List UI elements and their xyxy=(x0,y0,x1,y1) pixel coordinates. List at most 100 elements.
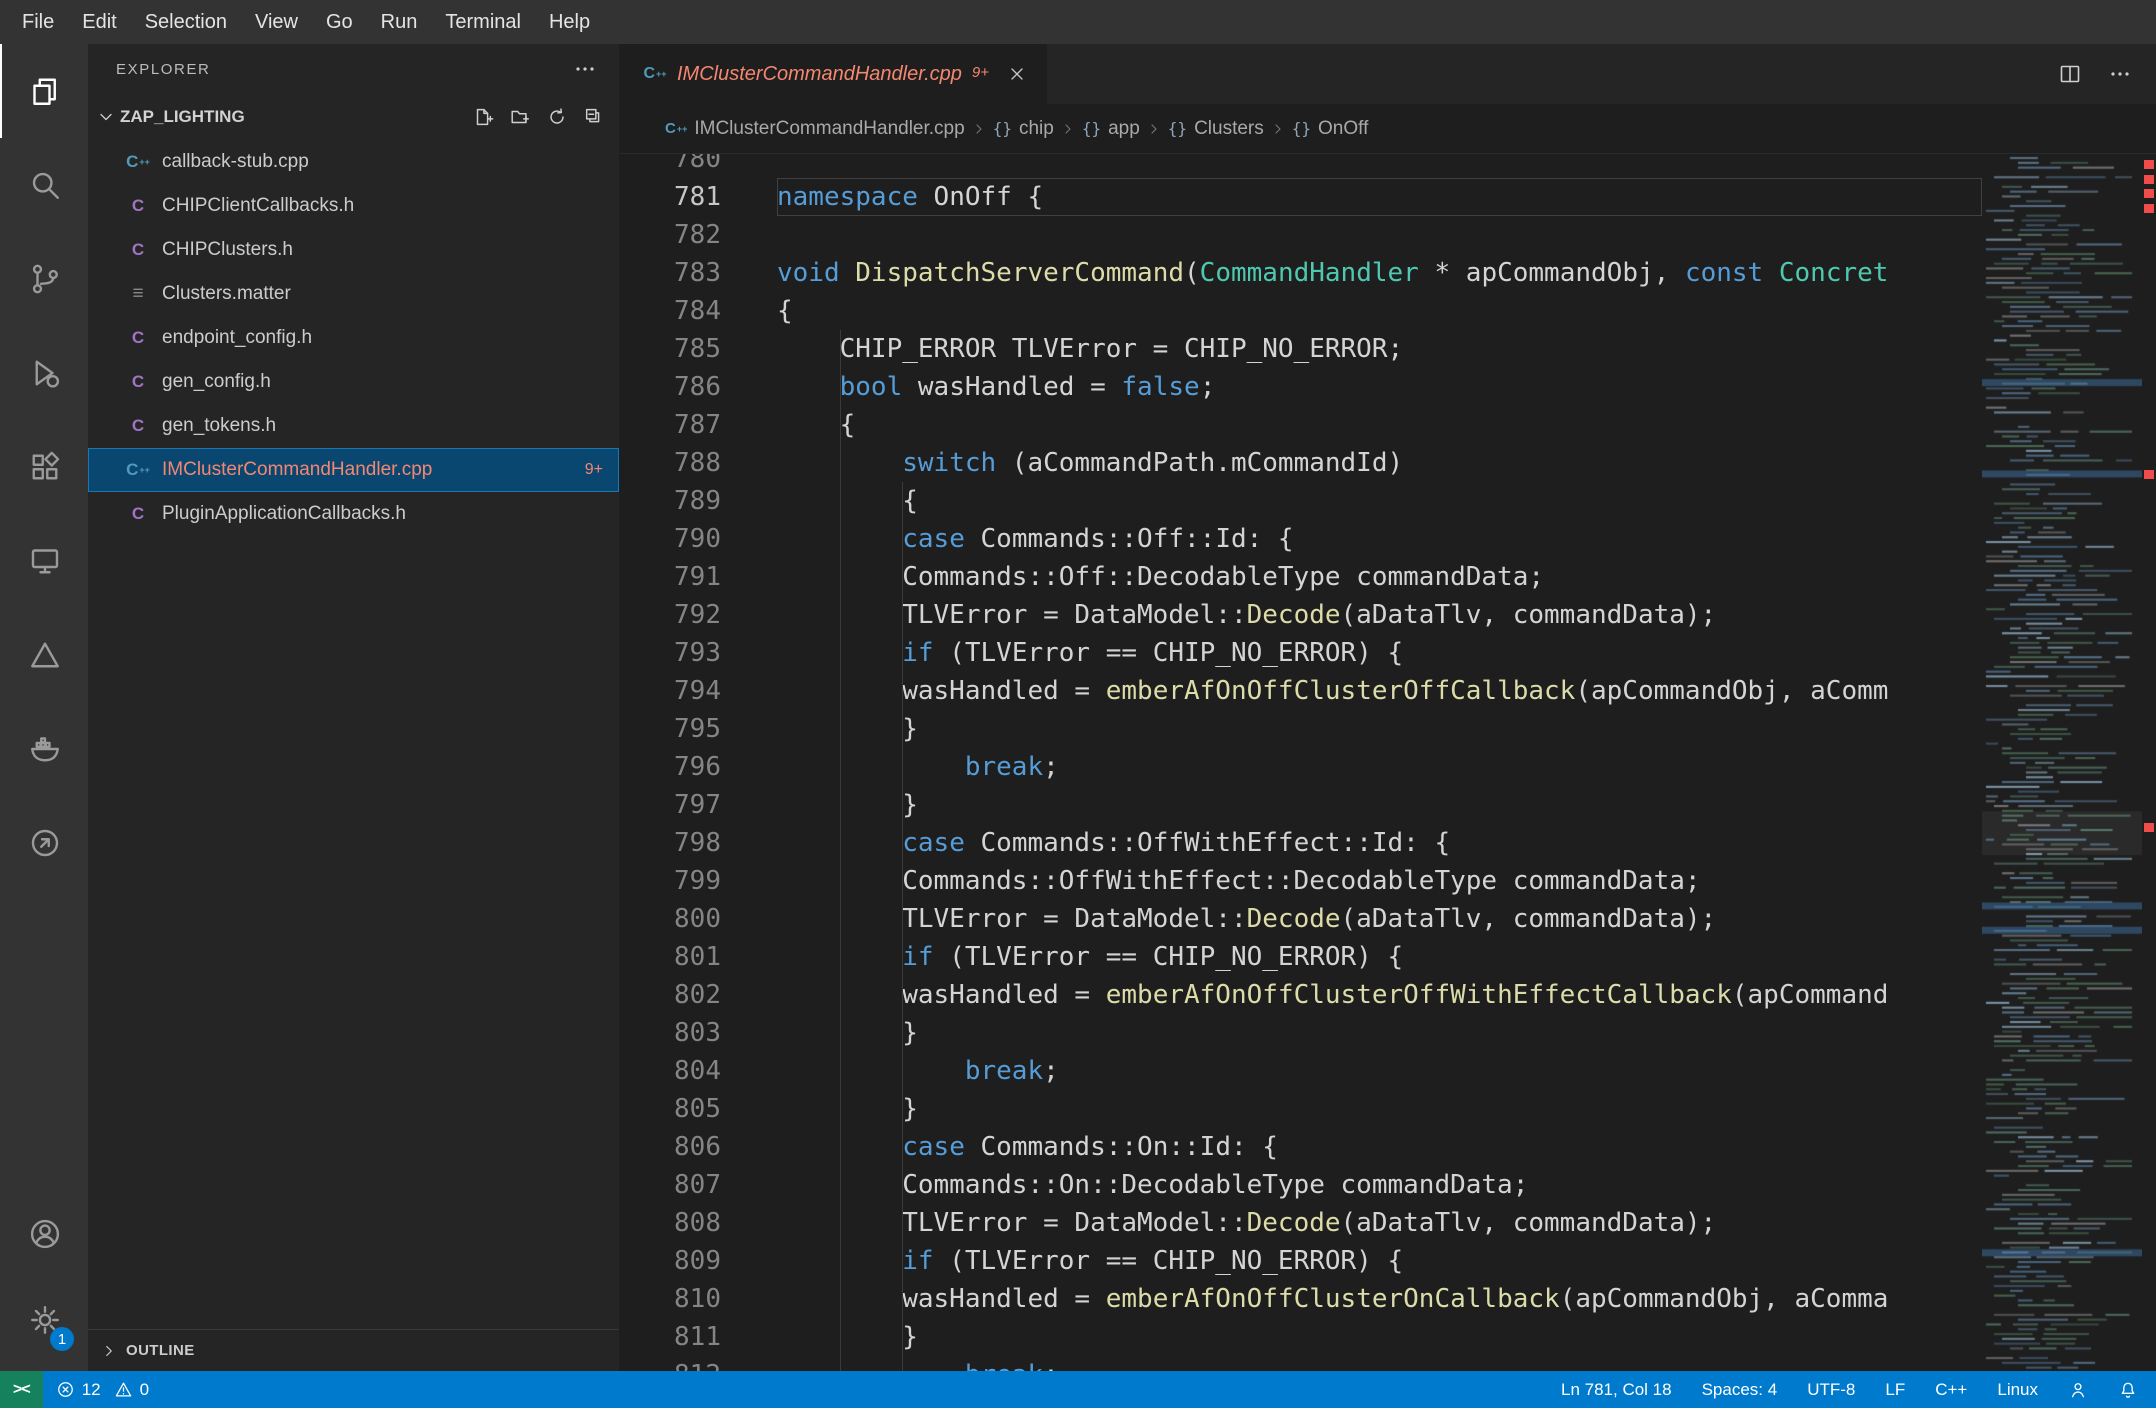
line-number[interactable]: 793 xyxy=(619,634,777,672)
code-line-807[interactable]: 807 Commands::On::DecodableType commandD… xyxy=(619,1166,1982,1204)
line-number[interactable]: 796 xyxy=(619,748,777,786)
file-item-PluginApplicationCallbacks.h[interactable]: C PluginApplicationCallbacks.h xyxy=(88,492,619,536)
activity-triangle-tool[interactable] xyxy=(0,608,88,702)
breadcrumb-chip[interactable]: {} chip xyxy=(993,118,1054,140)
code-line-810[interactable]: 810 wasHandled = emberAfOnOffClusterOnCa… xyxy=(619,1280,1982,1318)
status-encoding[interactable]: UTF-8 xyxy=(1807,1380,1855,1400)
collapse-all-button[interactable] xyxy=(583,106,605,128)
editor-more-actions-button[interactable] xyxy=(2108,62,2132,86)
line-number[interactable]: 801 xyxy=(619,938,777,976)
problems-status[interactable]: 12 0 xyxy=(43,1380,168,1400)
line-number[interactable]: 798 xyxy=(619,824,777,862)
menu-item-run[interactable]: Run xyxy=(367,0,432,44)
split-editor-button[interactable] xyxy=(2058,62,2082,86)
outline-section[interactable]: OUTLINE xyxy=(88,1329,619,1371)
breadcrumb-app[interactable]: {} app xyxy=(1082,118,1140,140)
new-folder-button[interactable] xyxy=(509,106,531,128)
line-number[interactable]: 791 xyxy=(619,558,777,596)
code-line-792[interactable]: 792 TLVError = DataModel::Decode(aDataTl… xyxy=(619,596,1982,634)
line-number[interactable]: 789 xyxy=(619,482,777,520)
breadcrumb-Clusters[interactable]: {} Clusters xyxy=(1168,118,1264,140)
activity-search[interactable] xyxy=(0,138,88,232)
line-number[interactable]: 804 xyxy=(619,1052,777,1090)
code-line-805[interactable]: 805 } xyxy=(619,1090,1982,1128)
code-line-783[interactable]: 783 void DispatchServerCommand(CommandHan… xyxy=(619,254,1982,292)
line-number[interactable]: 797 xyxy=(619,786,777,824)
activity-circle-tool[interactable] xyxy=(0,796,88,890)
tab-imclustercommandhandler[interactable]: C IMClusterCommandHandler.cpp 9+ xyxy=(619,44,1048,104)
folder-section-header[interactable]: ZAP_LIGHTING xyxy=(88,94,619,140)
code-editor[interactable]: 780 781 namespace OnOff {782 783 void Dispat… xyxy=(619,154,2156,1371)
line-number[interactable]: 786 xyxy=(619,368,777,406)
line-number[interactable]: 790 xyxy=(619,520,777,558)
breadcrumb-IMClusterCommandHandler.cpp[interactable]: C IMClusterCommandHandler.cpp xyxy=(665,118,965,140)
code-line-804[interactable]: 804 break; xyxy=(619,1052,1982,1090)
file-item-CHIPClusters.h[interactable]: C CHIPClusters.h xyxy=(88,228,619,272)
code-line-798[interactable]: 798 case Commands::OffWithEffect::Id: { xyxy=(619,824,1982,862)
file-item-callback-stub.cpp[interactable]: Ccallback-stub.cpp xyxy=(88,140,619,184)
menu-item-go[interactable]: Go xyxy=(312,0,367,44)
file-item-gen_tokens.h[interactable]: Cgen_tokens.h xyxy=(88,404,619,448)
close-tab-button[interactable] xyxy=(1007,64,1027,84)
code-line-803[interactable]: 803 } xyxy=(619,1014,1982,1052)
explorer-more-actions-button[interactable] xyxy=(573,57,597,81)
code-line-808[interactable]: 808 TLVError = DataModel::Decode(aDataTl… xyxy=(619,1204,1982,1242)
line-number[interactable]: 802 xyxy=(619,976,777,1014)
activity-account[interactable] xyxy=(0,1191,88,1277)
line-number[interactable]: 809 xyxy=(619,1242,777,1280)
breadcrumb-OnOff[interactable]: {} OnOff xyxy=(1292,118,1369,140)
line-number[interactable]: 811 xyxy=(619,1318,777,1356)
code-line-788[interactable]: 788 switch (aCommandPath.mCommandId) xyxy=(619,444,1982,482)
activity-remote-explorer[interactable] xyxy=(0,514,88,608)
code-line-802[interactable]: 802 wasHandled = emberAfOnOffClusterOffW… xyxy=(619,976,1982,1014)
code-line-782[interactable]: 782 xyxy=(619,216,1982,254)
code-line-794[interactable]: 794 wasHandled = emberAfOnOffClusterOffC… xyxy=(619,672,1982,710)
status-remote-os[interactable]: Linux xyxy=(1997,1380,2038,1400)
code-line-812[interactable]: 812 break; xyxy=(619,1356,1982,1371)
status-language[interactable]: C++ xyxy=(1935,1380,1967,1400)
line-number[interactable]: 800 xyxy=(619,900,777,938)
line-number[interactable]: 782 xyxy=(619,216,777,254)
scrollbar[interactable] xyxy=(2142,154,2156,1371)
line-number[interactable]: 788 xyxy=(619,444,777,482)
code-line-790[interactable]: 790 case Commands::Off::Id: { xyxy=(619,520,1982,558)
code-line-781[interactable]: 781 namespace OnOff { xyxy=(619,178,1982,216)
feedback-icon[interactable] xyxy=(2068,1380,2088,1400)
code-line-787[interactable]: 787 { xyxy=(619,406,1982,444)
code-line-793[interactable]: 793 if (TLVError == CHIP_NO_ERROR) { xyxy=(619,634,1982,672)
activity-source-control[interactable] xyxy=(0,232,88,326)
file-item-gen_config.h[interactable]: Cgen_config.h xyxy=(88,360,619,404)
menu-item-file[interactable]: File xyxy=(8,0,68,44)
remote-indicator[interactable]: >< xyxy=(0,1371,43,1408)
code-line-796[interactable]: 796 break; xyxy=(619,748,1982,786)
code-line-811[interactable]: 811 } xyxy=(619,1318,1982,1356)
code-line-799[interactable]: 799 Commands::OffWithEffect::DecodableTy… xyxy=(619,862,1982,900)
code-line-800[interactable]: 800 TLVError = DataModel::Decode(aDataTl… xyxy=(619,900,1982,938)
activity-explorer[interactable] xyxy=(0,44,88,138)
code-line-806[interactable]: 806 case Commands::On::Id: { xyxy=(619,1128,1982,1166)
line-number[interactable]: 792 xyxy=(619,596,777,634)
menu-item-selection[interactable]: Selection xyxy=(131,0,241,44)
status-cursor-position[interactable]: Ln 781, Col 18 xyxy=(1561,1380,1672,1400)
activity-docker[interactable] xyxy=(0,702,88,796)
file-item-endpoint_config.h[interactable]: Cendpoint_config.h xyxy=(88,316,619,360)
line-number[interactable]: 807 xyxy=(619,1166,777,1204)
code-line-785[interactable]: 785 CHIP_ERROR TLVError = CHIP_NO_ERROR; xyxy=(619,330,1982,368)
minimap[interactable] xyxy=(1982,154,2142,1371)
code-line-797[interactable]: 797 } xyxy=(619,786,1982,824)
status-eol[interactable]: LF xyxy=(1885,1380,1905,1400)
line-number[interactable]: 784 xyxy=(619,292,777,330)
line-number[interactable]: 803 xyxy=(619,1014,777,1052)
notifications-bell-icon[interactable] xyxy=(2118,1380,2138,1400)
menu-item-edit[interactable]: Edit xyxy=(68,0,130,44)
activity-run-debug[interactable] xyxy=(0,326,88,420)
line-number[interactable]: 785 xyxy=(619,330,777,368)
new-file-button[interactable] xyxy=(472,106,494,128)
refresh-button[interactable] xyxy=(546,106,568,128)
code-line-801[interactable]: 801 if (TLVError == CHIP_NO_ERROR) { xyxy=(619,938,1982,976)
code-line-784[interactable]: 784{ xyxy=(619,292,1982,330)
line-number[interactable]: 781 xyxy=(619,178,777,216)
menu-item-terminal[interactable]: Terminal xyxy=(431,0,535,44)
code-line-786[interactable]: 786 bool wasHandled = false; xyxy=(619,368,1982,406)
code-line-780[interactable]: 780 xyxy=(619,154,1982,178)
